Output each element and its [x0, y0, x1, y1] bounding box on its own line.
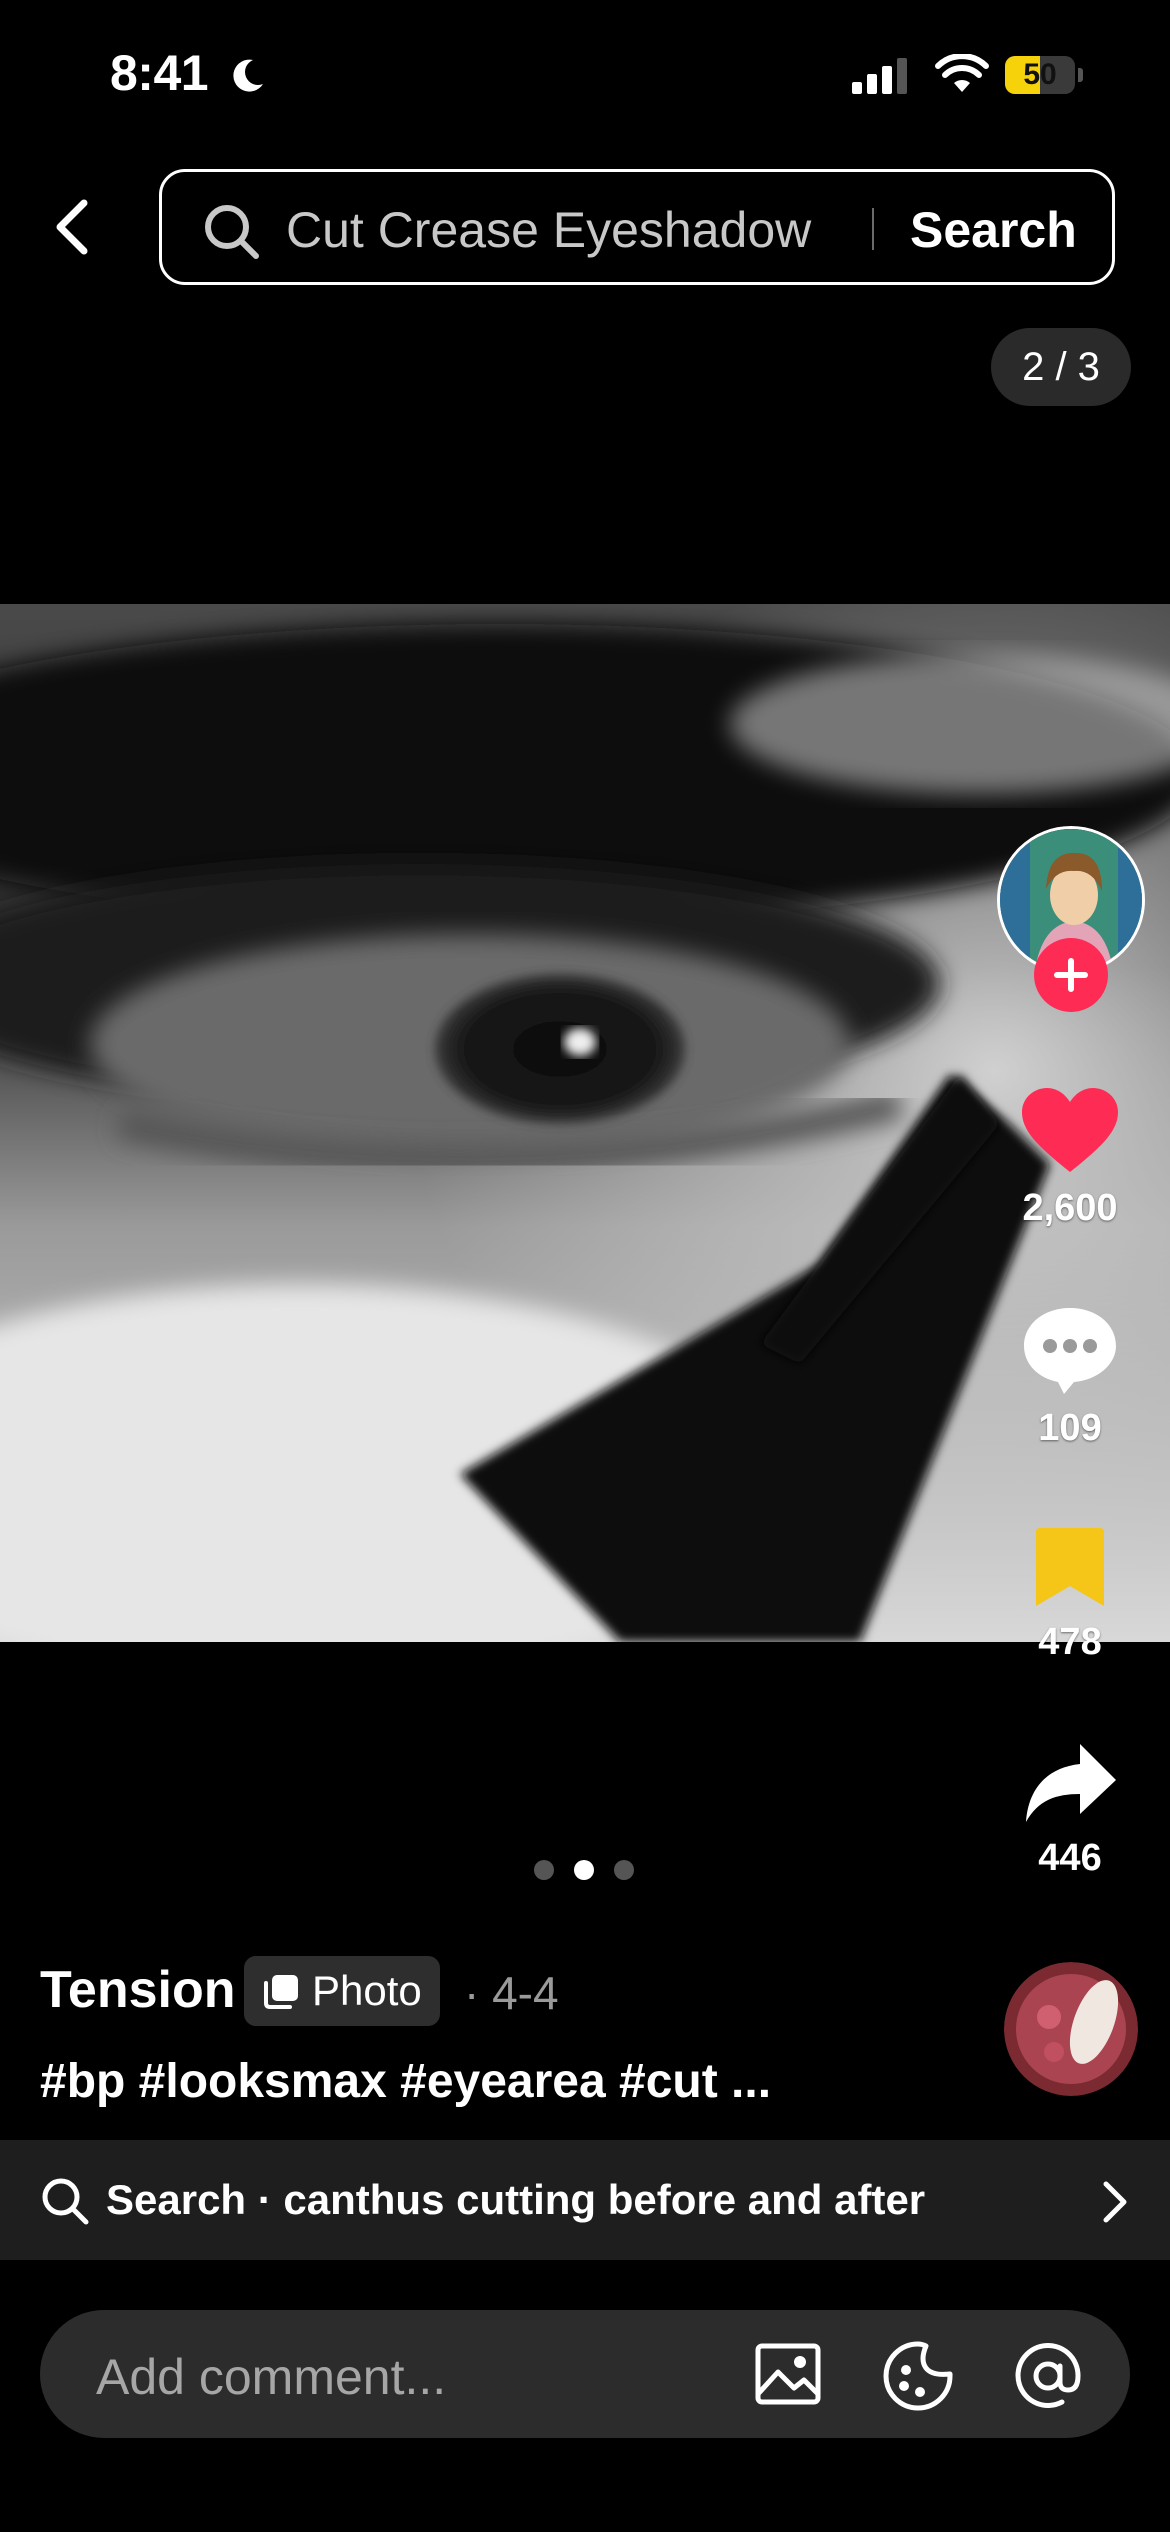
carousel-dot-active	[574, 1860, 594, 1880]
page-counter: 2 / 3	[991, 328, 1131, 406]
signal-icon	[852, 58, 907, 94]
chevron-right-icon	[1103, 2181, 1127, 2223]
back-icon	[56, 199, 88, 255]
heart-icon	[1022, 1088, 1118, 1172]
search-input[interactable]: Cut Crease Eyeshadow	[286, 201, 811, 259]
moon-icon	[233, 59, 263, 92]
search-divider	[872, 208, 874, 250]
post-date: · 4-4	[464, 1967, 559, 2019]
photo-badge-label: Photo	[312, 1967, 422, 2014]
carousel-indicator	[534, 1860, 634, 1880]
bookmark-icon	[1036, 1528, 1104, 1606]
battery-indicator: 50	[1005, 56, 1075, 94]
carousel-dot	[534, 1860, 554, 1880]
comment-input[interactable]: Add comment...	[96, 2348, 446, 2406]
battery-nub	[1078, 68, 1083, 82]
search-icon	[205, 205, 259, 259]
search-icon	[42, 2178, 89, 2225]
like-button[interactable]: 2,600	[990, 1086, 1150, 1230]
carousel-dot	[614, 1860, 634, 1880]
search-bar[interactable]: Cut Crease Eyeshadow Search	[159, 169, 1115, 285]
share-button[interactable]: 446	[990, 1740, 1150, 1880]
comment-bar[interactable]: Add comment...	[40, 2310, 1130, 2438]
screen: 8:41 50 Cut Crease Eyeshadow Search 2 / …	[0, 0, 1170, 2532]
image-icon[interactable]	[754, 2340, 822, 2408]
post-caption[interactable]: #bp #looksmax #eyearea #cut ...	[40, 2054, 771, 2109]
like-count: 2,600	[1022, 1187, 1118, 1229]
photo-badge: Photo	[244, 1956, 440, 2026]
comment-count: 109	[1038, 1407, 1102, 1449]
search-button[interactable]: Search	[910, 201, 1077, 259]
search-suggestion-text: Search · canthus cutting before and afte…	[106, 2176, 926, 2223]
save-count: 478	[1038, 1621, 1102, 1663]
comment-button[interactable]: 109	[990, 1304, 1150, 1450]
status-time: 8:41	[110, 45, 209, 101]
follow-button[interactable]	[1034, 938, 1108, 1012]
save-button[interactable]: 478	[990, 1526, 1150, 1664]
back-button[interactable]	[40, 190, 104, 264]
sticker-icon[interactable]	[882, 2340, 954, 2412]
author-name[interactable]: Tension	[40, 1960, 235, 2020]
battery-level: 50	[1023, 58, 1057, 91]
photo-stack-icon	[264, 1975, 298, 2009]
share-icon	[1026, 1744, 1116, 1822]
at-icon[interactable]	[1012, 2340, 1084, 2412]
search-suggestion[interactable]: Search · canthus cutting before and afte…	[0, 2140, 1170, 2260]
plus-icon	[1054, 958, 1088, 992]
comment-icon	[1024, 1308, 1116, 1394]
share-count: 446	[1038, 1837, 1102, 1879]
wifi-icon	[935, 54, 989, 92]
music-disc[interactable]	[1004, 1962, 1138, 2096]
